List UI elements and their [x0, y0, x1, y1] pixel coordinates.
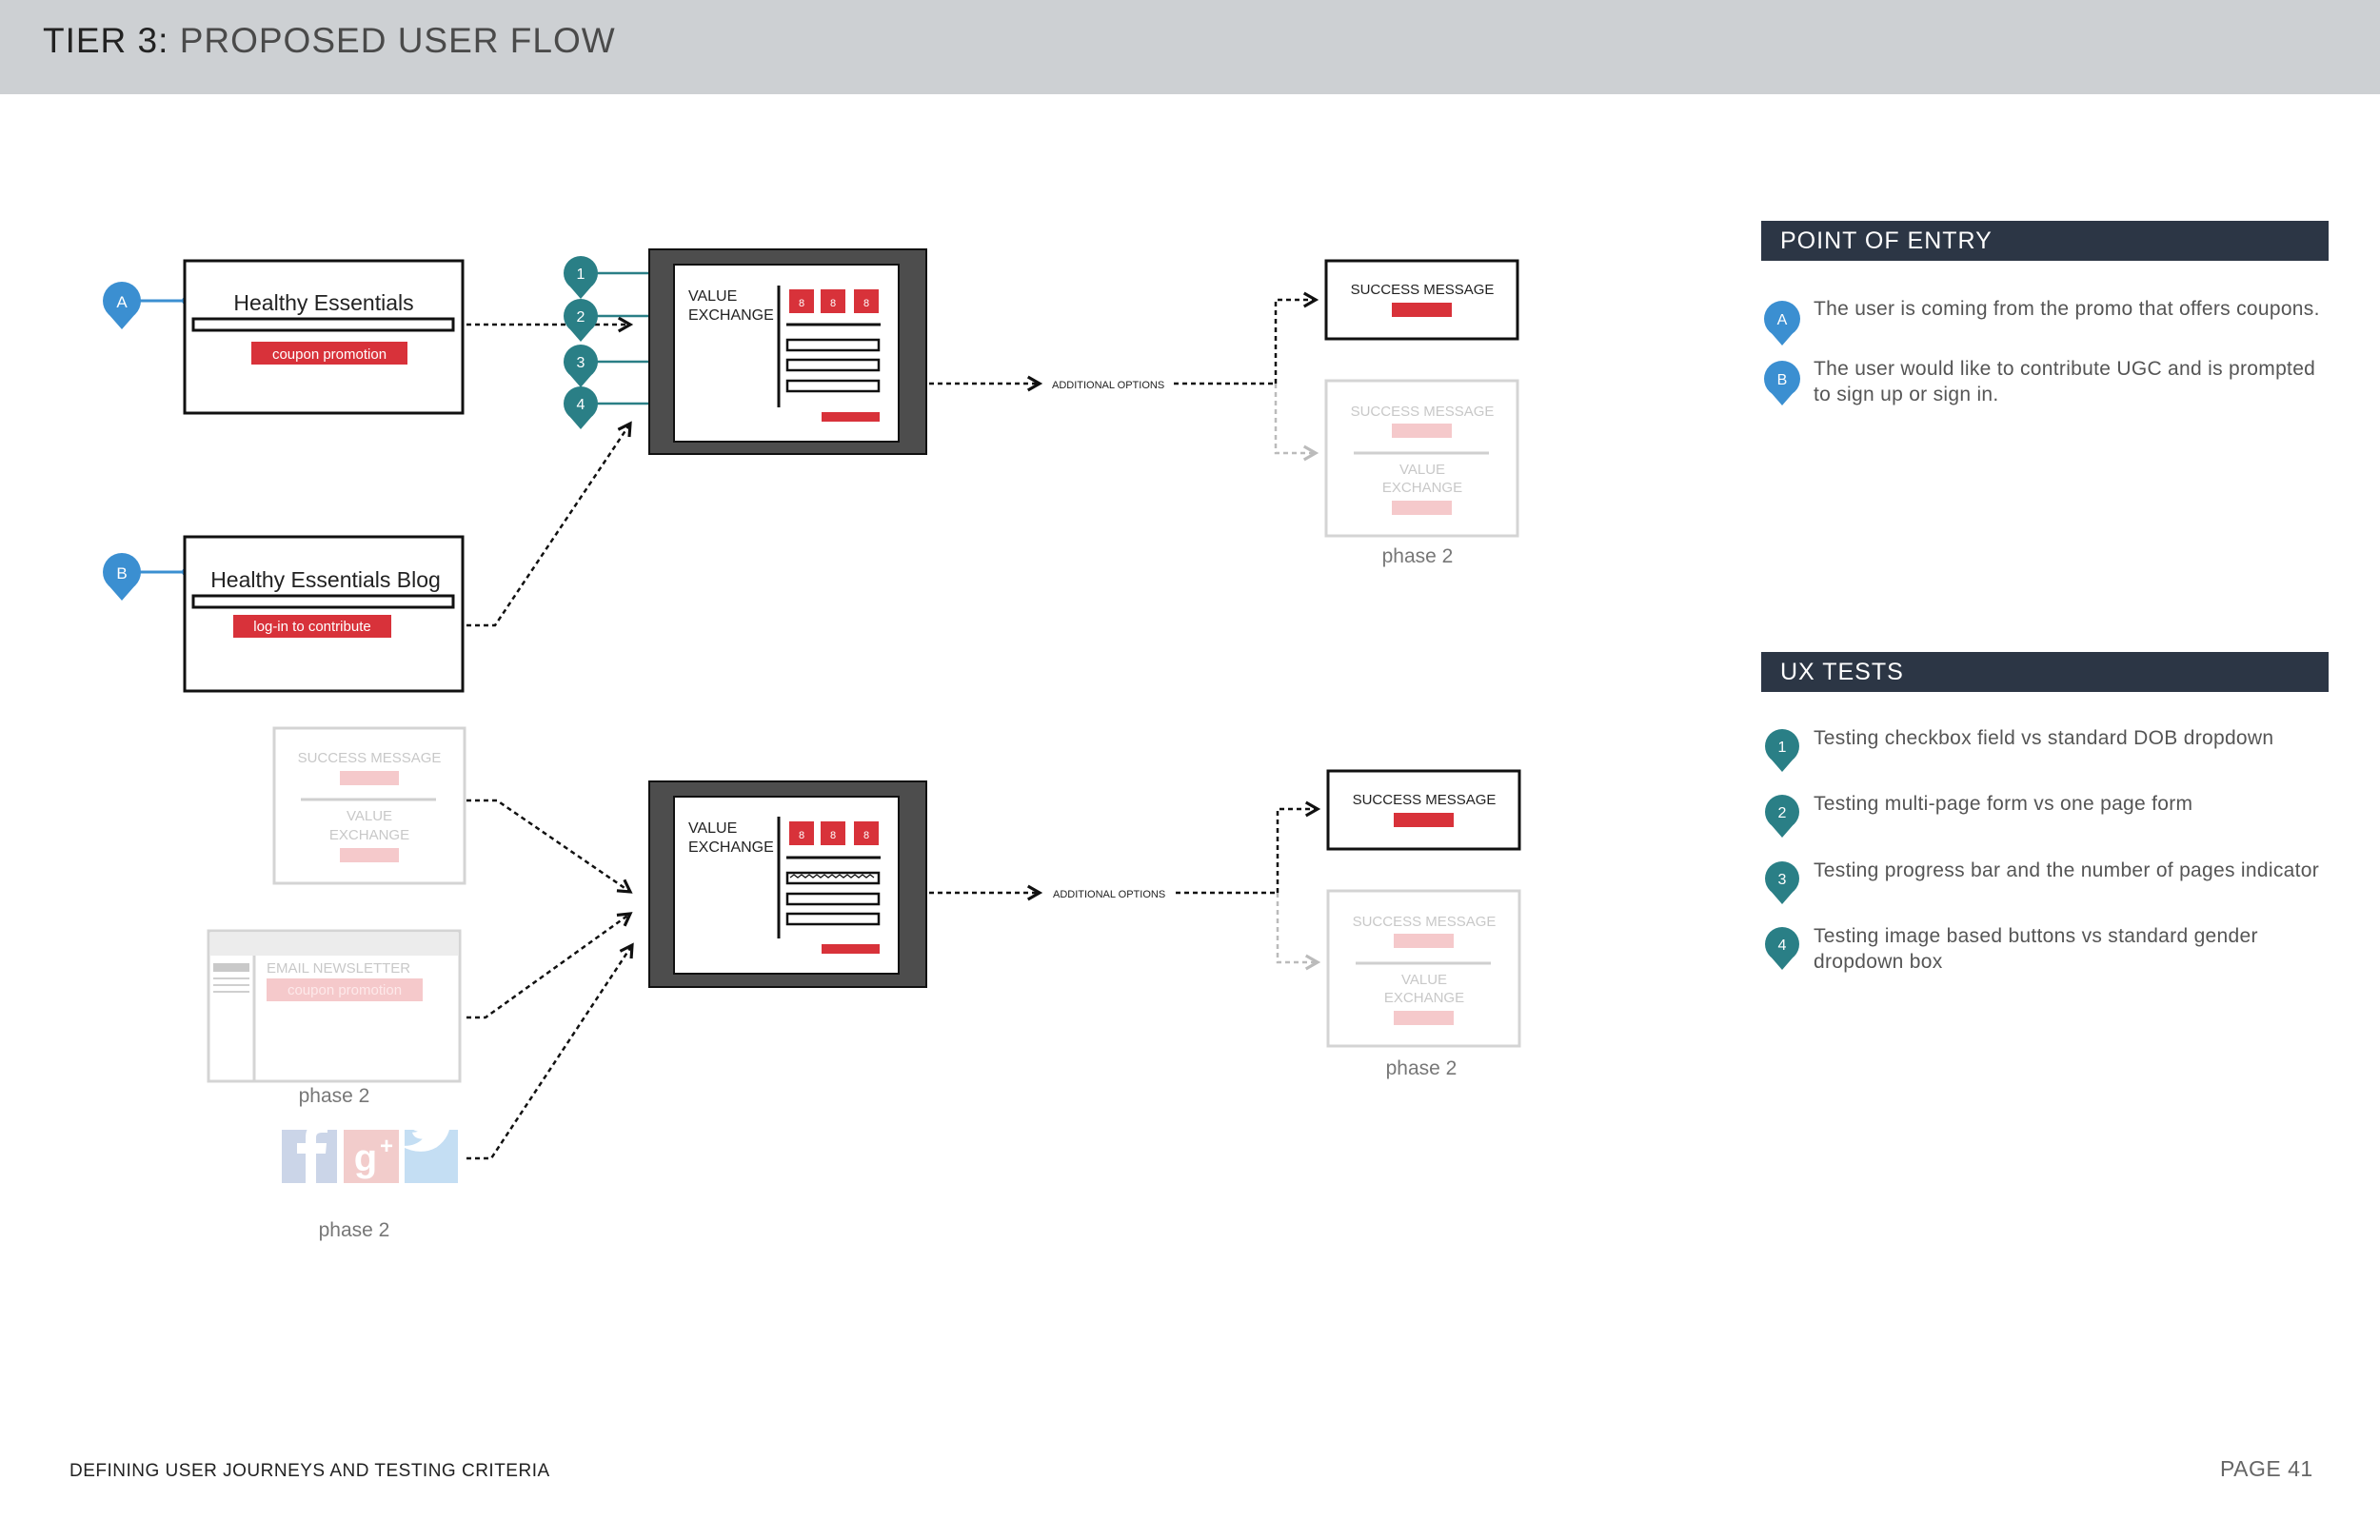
flow-arrow-top-success: [1274, 291, 1319, 384]
test-pin-4-icon: 4: [1765, 927, 1799, 970]
log-in-label: log-in to contribute: [253, 619, 370, 635]
pin-a-icon: A: [103, 282, 141, 329]
point-of-entry-header: POINT OF ENTRY: [1761, 221, 2329, 261]
value-exchange-bottom[interactable]: VALUE EXCHANGE 8 8 8: [648, 780, 927, 988]
flow-arrow-bottom-success: [1276, 800, 1321, 893]
svg-text:8: 8: [799, 830, 804, 841]
svg-text:2: 2: [577, 309, 585, 326]
entry-b-input-bar: [191, 594, 455, 609]
entry-legend-b-text: The user would like to contribute UGC an…: [1814, 358, 2316, 405]
svg-text:VALUE: VALUE: [688, 820, 737, 837]
footer-document-title: DEFINING USER JOURNEYS AND TESTING CRITE…: [69, 1461, 550, 1481]
test-pin-2-icon: 2: [1765, 795, 1799, 838]
flow-arrow-bottom-phase2: [1276, 893, 1321, 971]
test-pin-3-icon: 3: [1765, 861, 1799, 904]
svg-text:SUCCESS MESSAGE: SUCCESS MESSAGE: [1351, 282, 1495, 298]
user-flow-diagram: A Healthy Essentials coupon promotion B …: [103, 248, 1521, 1241]
svg-text:8: 8: [799, 298, 804, 309]
svg-text:3: 3: [1778, 872, 1787, 888]
svg-text:EXCHANGE: EXCHANGE: [1384, 990, 1464, 1006]
phase2-outcome-bottom: SUCCESS MESSAGE VALUE EXCHANGE phase 2: [1326, 889, 1521, 1079]
ux-tests-header: UX TESTS: [1761, 652, 2329, 692]
entry-b-title: Healthy Essentials Blog: [210, 567, 441, 592]
flow-arrow-b: [466, 421, 632, 627]
entry-a-card[interactable]: [183, 259, 465, 415]
phase2-outcome-top: SUCCESS MESSAGE VALUE EXCHANGE phase 2: [1324, 379, 1519, 567]
svg-text:SUCCESS MESSAGE: SUCCESS MESSAGE: [1351, 404, 1495, 420]
pin-b-icon: B: [1764, 361, 1800, 405]
test-markers: 1 2 3 4: [564, 256, 650, 429]
svg-text:4: 4: [1778, 938, 1787, 954]
svg-text:1: 1: [577, 267, 585, 283]
svg-text:VALUE: VALUE: [347, 808, 392, 824]
ux-test-1-text: Testing checkbox field vs standard DOB d…: [1814, 727, 2274, 749]
svg-text:8: 8: [830, 830, 836, 841]
svg-text:4: 4: [577, 397, 585, 413]
flow-arrow-faded-success: [466, 799, 633, 894]
svg-text:SUCCESS MESSAGE: SUCCESS MESSAGE: [1353, 792, 1497, 808]
page-number: PAGE 41: [2220, 1456, 2313, 1481]
ux-test-2-text: Testing multi-page form vs one page form: [1814, 793, 2193, 815]
coupon-promotion-label: coupon promotion: [272, 346, 387, 363]
additional-options-bottom: ADDITIONAL OPTIONS: [1053, 889, 1165, 900]
svg-text:EXCHANGE: EXCHANGE: [688, 307, 774, 324]
test-pin-1-icon: 1: [1765, 729, 1799, 772]
entry-b-card[interactable]: [183, 535, 465, 693]
social-icons: g + phase 2: [282, 1108, 458, 1241]
svg-text:3: 3: [577, 355, 585, 371]
ux-test-4-text: Testing image based buttons vs standard …: [1814, 925, 2258, 973]
test-pin-3-icon: 3: [564, 345, 598, 387]
newsletter-phase-label: phase 2: [299, 1085, 370, 1107]
svg-text:EXCHANGE: EXCHANGE: [329, 827, 409, 843]
svg-text:+: +: [380, 1134, 393, 1159]
value-exchange-top[interactable]: VALUE EXCHANGE 8 8 8: [648, 248, 927, 455]
svg-text:g: g: [354, 1137, 377, 1179]
pin-b-icon: B: [103, 553, 141, 601]
svg-text:2: 2: [1778, 805, 1787, 821]
svg-text:B: B: [1777, 372, 1788, 388]
entry-a-group: A Healthy Essentials coupon promotion: [103, 259, 465, 415]
pin-a-icon: A: [1764, 301, 1800, 346]
social-phase-label: phase 2: [319, 1219, 390, 1241]
svg-text:A: A: [116, 293, 128, 311]
svg-text:phase 2: phase 2: [1382, 545, 1454, 567]
flow-arrow-social: [466, 942, 634, 1160]
svg-text:VALUE: VALUE: [1401, 972, 1447, 988]
svg-text:EMAIL NEWSLETTER: EMAIL NEWSLETTER: [267, 960, 410, 977]
ux-tests-title: UX TESTS: [1780, 659, 1904, 685]
svg-text:VALUE: VALUE: [688, 288, 737, 305]
entry-a-title: Healthy Essentials: [233, 290, 413, 315]
svg-text:coupon promotion: coupon promotion: [288, 982, 402, 998]
svg-text:B: B: [116, 564, 127, 582]
entry-b-group: B Healthy Essentials Blog log-in to cont…: [103, 535, 465, 693]
entry-a-input-bar: [191, 317, 455, 332]
success-message-bottom[interactable]: SUCCESS MESSAGE: [1326, 769, 1521, 851]
svg-text:EXCHANGE: EXCHANGE: [1382, 480, 1462, 496]
svg-text:SUCCESS MESSAGE: SUCCESS MESSAGE: [298, 750, 442, 766]
twitter-icon: [400, 1108, 458, 1183]
google-plus-icon: g +: [344, 1130, 399, 1183]
ux-test-3-text: Testing progress bar and the number of p…: [1814, 859, 2320, 881]
flow-arrow-top-phase2: [1274, 384, 1319, 462]
entry-legend-a-text: The user is coming from the promo that o…: [1814, 298, 2320, 320]
faded-newsletter-source: EMAIL NEWSLETTER coupon promotion phase …: [207, 929, 462, 1107]
svg-text:phase 2: phase 2: [1386, 1057, 1458, 1079]
svg-text:A: A: [1777, 312, 1788, 328]
svg-text:8: 8: [863, 830, 869, 841]
test-pin-4-icon: 4: [564, 386, 598, 429]
point-of-entry-title: POINT OF ENTRY: [1780, 227, 1993, 254]
additional-options-top: ADDITIONAL OPTIONS: [1052, 380, 1164, 391]
faded-success-source: SUCCESS MESSAGE VALUE EXCHANGE: [272, 726, 466, 885]
svg-text:VALUE: VALUE: [1399, 462, 1445, 478]
facebook-icon: [282, 1123, 337, 1183]
svg-text:8: 8: [863, 298, 869, 309]
svg-text:EXCHANGE: EXCHANGE: [688, 839, 774, 856]
test-pin-2-icon: 2: [564, 299, 598, 342]
svg-text:SUCCESS MESSAGE: SUCCESS MESSAGE: [1353, 914, 1497, 930]
success-message-top[interactable]: SUCCESS MESSAGE: [1324, 259, 1519, 341]
svg-text:8: 8: [830, 298, 836, 309]
svg-text:1: 1: [1778, 740, 1787, 756]
flow-arrow-newsletter: [466, 912, 633, 1019]
test-pin-1-icon: 1: [564, 256, 598, 299]
